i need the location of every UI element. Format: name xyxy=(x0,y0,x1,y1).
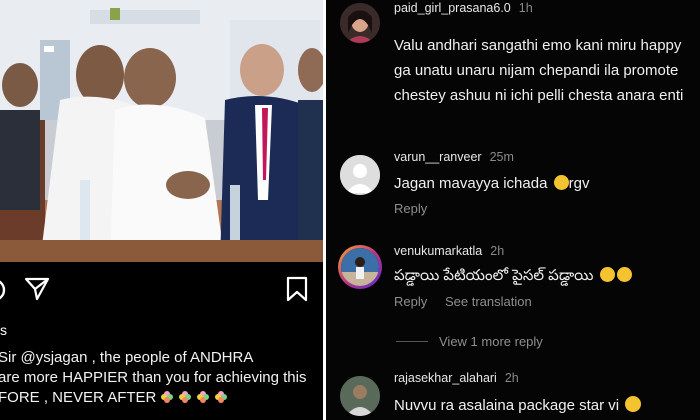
comment-line: Valu andhari sangathi emo kani miru happ… xyxy=(394,37,682,54)
avatar-story-ring[interactable] xyxy=(338,245,382,289)
flower-emoji-icon xyxy=(214,390,228,404)
reply-button[interactable]: Reply xyxy=(394,201,427,216)
comment-line: chestey ashuu ni ichi pelli chesta anara… xyxy=(394,87,684,104)
view-more-divider xyxy=(396,341,428,342)
emoji-laugh-icon xyxy=(599,267,615,282)
flower-emoji-icon xyxy=(178,390,192,404)
comment-body: Nuvvu ra asalaina package star vi xyxy=(394,397,620,414)
comment-icon[interactable] xyxy=(0,276,8,309)
emoji-laugh-icon xyxy=(616,267,632,282)
username-text[interactable]: rajasekhar_alahari xyxy=(394,371,497,385)
flower-emoji-icon xyxy=(196,390,210,404)
avatar[interactable] xyxy=(341,248,379,286)
comment-body: Jagan mavayya ichada xyxy=(394,175,548,192)
comment-username[interactable]: venukumarkatla 2h xyxy=(394,244,504,258)
comment-line: ga unatu unaru nijam chepandi ila promot… xyxy=(394,62,679,79)
emoji-laugh-icon xyxy=(553,175,569,190)
comment-text: పడ్డాయి పేటియంలో పైసల్ పడ్డాయి xyxy=(394,267,632,288)
post-panel: s Sir @ysjagan , the people of ANDHRA ar… xyxy=(0,0,323,420)
see-translation-link[interactable]: See translation xyxy=(445,294,532,309)
post-actions-bar xyxy=(0,270,323,310)
username-text[interactable]: varun__ranveer xyxy=(394,150,482,164)
caption-line-emoji: FORE , NEVER AFTER xyxy=(0,388,323,408)
comment-time: 2h xyxy=(490,244,505,258)
post-photo[interactable] xyxy=(0,0,323,262)
avatar[interactable] xyxy=(340,3,380,43)
flower-emoji-icon xyxy=(160,390,174,404)
comments-panel: paid_girl_prasana6.0 1h Valu andhari sang… xyxy=(326,0,700,420)
reply-button[interactable]: Reply xyxy=(394,294,427,309)
caption-line: FORE , NEVER AFTER xyxy=(0,389,157,406)
comment-suffix: rgv xyxy=(568,175,590,192)
comment-time: 1h xyxy=(518,1,533,15)
post-caption: Sir @ysjagan , the people of ANDHRA are … xyxy=(0,348,323,408)
comment-username[interactable]: paid_girl_prasana6.0 1h xyxy=(394,1,533,15)
bookmark-icon[interactable] xyxy=(286,276,308,307)
comment-text: Valu andhari sangathi emo kani miru happ… xyxy=(394,33,683,108)
comment-time: 2h xyxy=(504,371,519,385)
comment-time: 25m xyxy=(489,150,514,164)
username-text[interactable]: venukumarkatla xyxy=(394,244,482,258)
caption-line: Sir @ysjagan , the people of ANDHRA xyxy=(0,349,254,366)
view-more-replies-button[interactable]: View 1 more reply xyxy=(439,334,543,349)
emoji-wink-icon xyxy=(625,396,642,412)
username-text[interactable]: paid_girl_prasana6.0 xyxy=(394,1,511,15)
comment-text: Jagan mavayya ichada rgv xyxy=(394,175,589,192)
likes-count: s xyxy=(0,322,7,338)
comment-username[interactable]: varun__ranveer 25m xyxy=(394,150,514,164)
caption-line: are more HAPPIER than you for achieving … xyxy=(0,369,307,386)
comment-username[interactable]: rajasekhar_alahari 2h xyxy=(394,371,519,385)
avatar[interactable] xyxy=(340,155,380,195)
avatar[interactable] xyxy=(340,376,380,416)
comment-body: పడ్డాయి పేటియంలో పైసల్ పడ్డాయి xyxy=(394,267,594,284)
comment-text: Nuvvu ra asalaina package star vi xyxy=(394,396,642,414)
share-icon[interactable] xyxy=(24,276,50,307)
